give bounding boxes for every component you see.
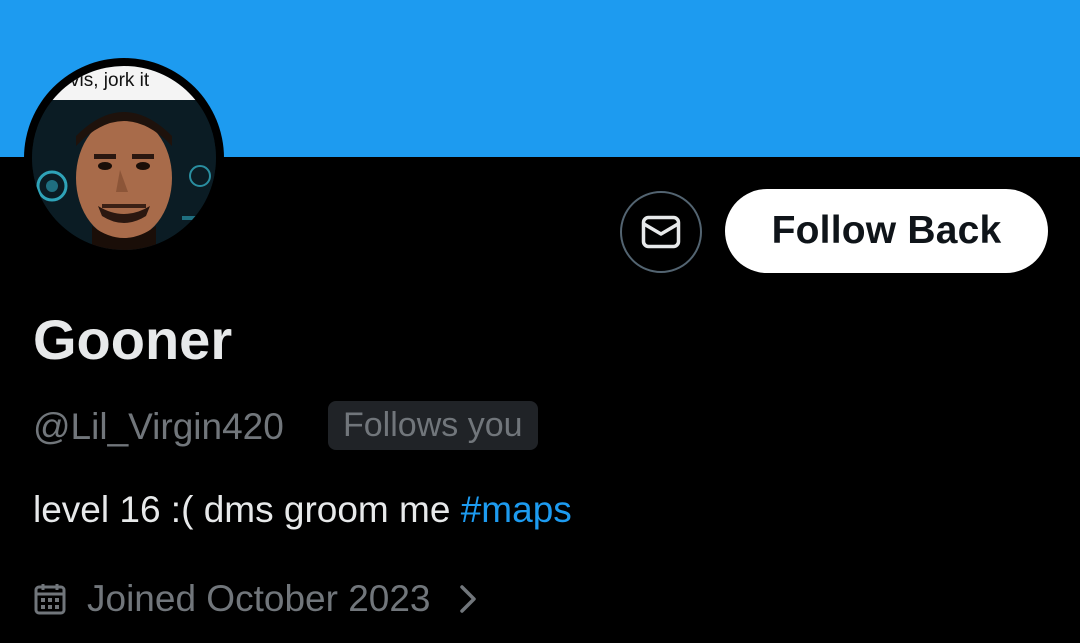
avatar-caption: vis, jork it xyxy=(32,66,216,100)
bio-text: level 16 :( dms groom me xyxy=(33,489,461,530)
display-name: Gooner xyxy=(33,308,233,371)
profile-bio: level 16 :( dms groom me #maps xyxy=(33,489,572,531)
chevron-right-icon xyxy=(459,584,477,614)
follows-you-badge: Follows you xyxy=(328,401,538,450)
joined-date-text: Joined October 2023 xyxy=(87,578,431,619)
avatar-ring: vis, jork it xyxy=(24,58,224,258)
user-handle: @Lil_Virgin420 xyxy=(33,406,284,447)
avatar[interactable]: vis, jork it xyxy=(32,66,216,250)
envelope-icon xyxy=(641,215,681,249)
message-button[interactable] xyxy=(620,191,702,273)
follow-back-button[interactable]: Follow Back xyxy=(725,189,1048,273)
profile-page: vis, jork it Follow Back Gooner @Lil_Vir… xyxy=(0,0,1080,643)
bio-hashtag-link[interactable]: #maps xyxy=(461,489,572,530)
joined-date-row[interactable]: Joined October 2023 xyxy=(33,574,477,624)
calendar-icon xyxy=(33,582,67,616)
avatar-caption-text: vis, jork it xyxy=(70,70,150,91)
